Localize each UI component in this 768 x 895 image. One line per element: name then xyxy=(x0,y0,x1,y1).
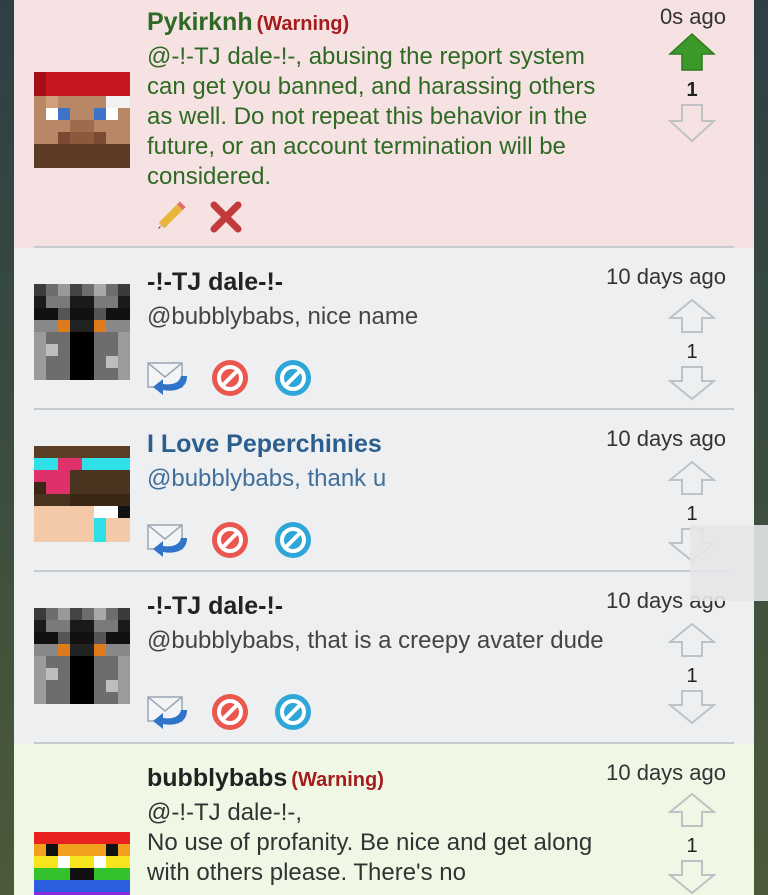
report-icon[interactable] xyxy=(210,692,250,732)
username[interactable]: I Love Peperchinies xyxy=(147,430,382,459)
report-icon[interactable] xyxy=(210,358,250,398)
upvote-arrow-icon[interactable] xyxy=(667,792,717,828)
timestamp: 0s ago xyxy=(659,4,726,29)
vote-count: 1 xyxy=(686,79,698,101)
timestamp: 10 days ago xyxy=(606,760,726,785)
avatar-tj-dale[interactable] xyxy=(34,608,130,704)
upvote-arrow-icon[interactable] xyxy=(668,32,716,72)
scroll-handle[interactable] xyxy=(690,525,768,601)
delete-icon[interactable] xyxy=(207,198,245,236)
avatar-pykirknh[interactable] xyxy=(34,72,130,168)
username[interactable]: bubblybabs (Warning) xyxy=(147,764,384,793)
comment-body-line: No use of profanity. Be nice and get alo… xyxy=(147,829,593,886)
timestamp: 10 days ago xyxy=(606,264,726,289)
comment-body: @bubblybabs, thank u xyxy=(147,465,387,492)
vote-widget: 1 xyxy=(667,298,717,406)
avatar-bubblybabs[interactable] xyxy=(34,832,130,895)
reply-icon[interactable] xyxy=(147,520,191,560)
upvote-arrow-icon[interactable] xyxy=(667,622,717,658)
comment-actions xyxy=(147,358,313,398)
mod-actions xyxy=(147,198,245,236)
pencil-icon[interactable] xyxy=(152,199,188,235)
block-icon[interactable] xyxy=(273,692,313,732)
report-icon[interactable] xyxy=(210,520,250,560)
username-text[interactable]: bubblybabs xyxy=(147,764,287,792)
avatar-tj-dale[interactable] xyxy=(34,284,130,380)
downvote-arrow-icon[interactable] xyxy=(667,103,717,143)
comment-tj-dale-2: -!-TJ dale-!- @bubblybabs, that is a cre… xyxy=(14,572,754,744)
vote-widget: 1 xyxy=(667,622,717,730)
timestamp: 10 days ago xyxy=(606,426,726,451)
comment-body: @-!-TJ dale-!-, No use of profanity. Be … xyxy=(147,798,617,888)
vote-count: 1 xyxy=(686,835,698,857)
comment-actions xyxy=(147,692,313,732)
avatar-peperchinies[interactable] xyxy=(34,446,130,542)
comment-body: @bubblybabs, nice name xyxy=(147,303,419,330)
warning-tag: (Warning) xyxy=(256,13,350,35)
downvote-arrow-icon[interactable] xyxy=(667,859,717,895)
username[interactable]: Pykirknh (Warning) xyxy=(147,8,349,37)
comment-tj-dale-1: -!-TJ dale-!- @bubblybabs, nice name 10 … xyxy=(14,248,754,410)
comment-peperchinies: I Love Peperchinies @bubblybabs, thank u… xyxy=(14,410,754,572)
vote-widget: 1 xyxy=(667,792,717,895)
vote-count: 1 xyxy=(686,341,698,363)
username-text[interactable]: Pykirknh xyxy=(147,8,253,36)
upvote-arrow-icon[interactable] xyxy=(667,460,717,496)
username[interactable]: -!-TJ dale-!- xyxy=(147,268,283,297)
block-icon[interactable] xyxy=(273,358,313,398)
block-icon[interactable] xyxy=(273,520,313,560)
warning-tag: (Warning) xyxy=(291,769,384,791)
vote-count: 1 xyxy=(686,665,698,687)
comment-body: @bubblybabs, that is a creepy avater dud… xyxy=(147,627,604,654)
reply-icon[interactable] xyxy=(147,358,191,398)
downvote-arrow-icon[interactable] xyxy=(667,689,717,725)
upvote-arrow-icon[interactable] xyxy=(667,298,717,334)
vote-count: 1 xyxy=(686,503,698,525)
comment-body-line: @-!-TJ dale-!-, xyxy=(147,799,303,826)
comment-body: @-!-TJ dale-!-, abusing the report syste… xyxy=(147,43,596,190)
comment-list: Pykirknh (Warning) @-!-TJ dale-!-, abusin… xyxy=(14,0,754,895)
comment-bubblybabs: bubblybabs (Warning) @-!-TJ dale-!-, No u… xyxy=(14,744,754,895)
downvote-arrow-icon[interactable] xyxy=(667,365,717,401)
comment-pykirknh: Pykirknh (Warning) @-!-TJ dale-!-, abusin… xyxy=(14,0,754,248)
vote-widget: 1 xyxy=(667,32,717,148)
reply-icon[interactable] xyxy=(147,692,191,732)
username[interactable]: -!-TJ dale-!- xyxy=(147,592,283,621)
comment-actions xyxy=(147,520,313,560)
